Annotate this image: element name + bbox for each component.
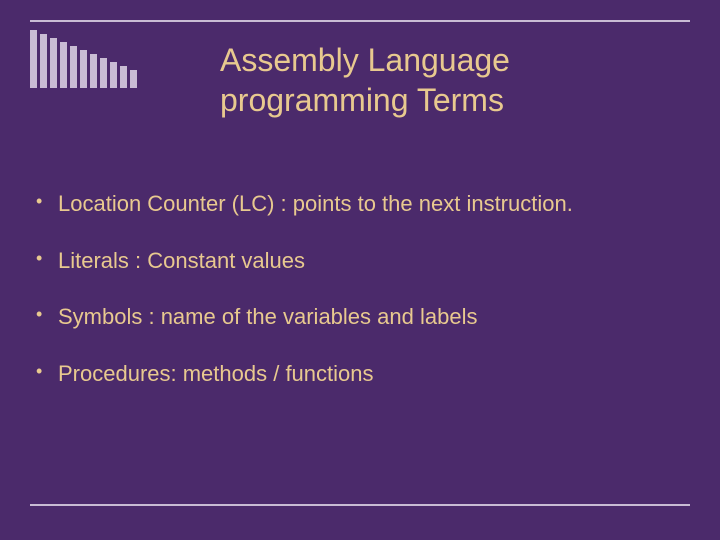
bullet-text: Procedures: methods / functions (58, 361, 374, 386)
list-item: Symbols : name of the variables and labe… (30, 303, 690, 332)
list-item: Procedures: methods / functions (30, 360, 690, 389)
top-horizontal-rule (30, 20, 690, 22)
list-item: Literals : Constant values (30, 247, 690, 276)
bullet-text: Location Counter (LC) : points to the ne… (58, 191, 573, 216)
bullet-text: Literals : Constant values (58, 248, 305, 273)
bullet-list: Location Counter (LC) : points to the ne… (30, 190, 690, 416)
title-line-2: programming Terms (220, 82, 504, 118)
bottom-horizontal-rule (30, 504, 690, 506)
list-item: Location Counter (LC) : points to the ne… (30, 190, 690, 219)
bullet-text: Symbols : name of the variables and labe… (58, 304, 477, 329)
slide-title: Assembly Language programming Terms (220, 40, 660, 120)
vertical-bars-decoration (30, 30, 137, 88)
title-line-1: Assembly Language (220, 42, 510, 78)
